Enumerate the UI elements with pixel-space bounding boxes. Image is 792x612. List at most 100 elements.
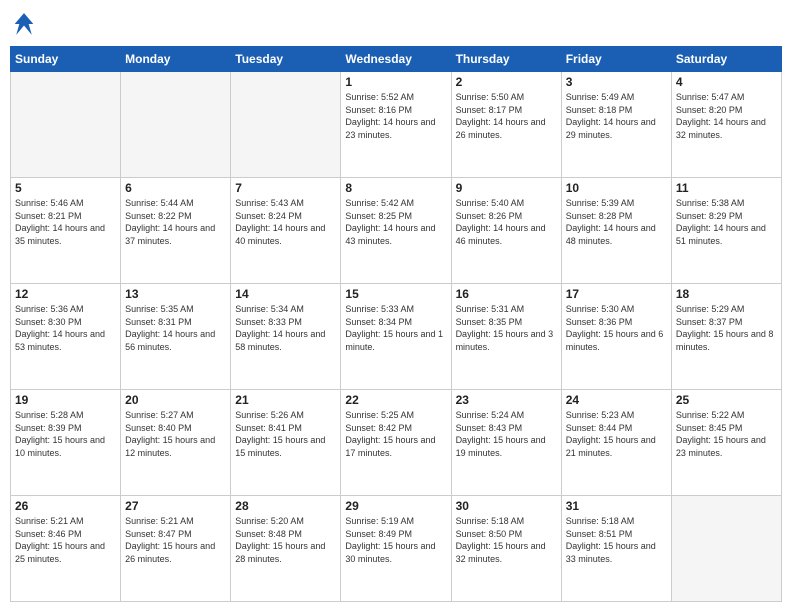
calendar-cell: 5 Sunrise: 5:46 AM Sunset: 8:21 PM Daylig… <box>11 178 121 284</box>
day-info: Sunrise: 5:21 AM Sunset: 8:46 PM Dayligh… <box>15 515 116 565</box>
day-info: Sunrise: 5:49 AM Sunset: 8:18 PM Dayligh… <box>566 91 667 141</box>
day-info: Sunrise: 5:23 AM Sunset: 8:44 PM Dayligh… <box>566 409 667 459</box>
day-info: Sunrise: 5:44 AM Sunset: 8:22 PM Dayligh… <box>125 197 226 247</box>
day-info: Sunrise: 5:20 AM Sunset: 8:48 PM Dayligh… <box>235 515 336 565</box>
logo <box>10 10 42 38</box>
day-number: 13 <box>125 287 226 301</box>
day-number: 21 <box>235 393 336 407</box>
day-info: Sunrise: 5:43 AM Sunset: 8:24 PM Dayligh… <box>235 197 336 247</box>
calendar-cell <box>121 72 231 178</box>
day-info: Sunrise: 5:22 AM Sunset: 8:45 PM Dayligh… <box>676 409 777 459</box>
day-number: 4 <box>676 75 777 89</box>
day-info: Sunrise: 5:25 AM Sunset: 8:42 PM Dayligh… <box>345 409 446 459</box>
calendar-cell: 18 Sunrise: 5:29 AM Sunset: 8:37 PM Dayli… <box>671 284 781 390</box>
day-info: Sunrise: 5:52 AM Sunset: 8:16 PM Dayligh… <box>345 91 446 141</box>
day-info: Sunrise: 5:26 AM Sunset: 8:41 PM Dayligh… <box>235 409 336 459</box>
day-number: 3 <box>566 75 667 89</box>
day-info: Sunrise: 5:18 AM Sunset: 8:50 PM Dayligh… <box>456 515 557 565</box>
calendar-cell: 25 Sunrise: 5:22 AM Sunset: 8:45 PM Dayli… <box>671 390 781 496</box>
day-info: Sunrise: 5:38 AM Sunset: 8:29 PM Dayligh… <box>676 197 777 247</box>
day-number: 19 <box>15 393 116 407</box>
day-number: 10 <box>566 181 667 195</box>
day-number: 29 <box>345 499 446 513</box>
day-number: 18 <box>676 287 777 301</box>
calendar-header-row: SundayMondayTuesdayWednesdayThursdayFrid… <box>11 47 782 72</box>
day-number: 5 <box>15 181 116 195</box>
calendar-week-row: 12Sunrise: 5:36 AM Sunset: 8:30 PM Dayli… <box>11 284 782 390</box>
day-info: Sunrise: 5:46 AM Sunset: 8:21 PM Dayligh… <box>15 197 116 247</box>
calendar-day-header: Sunday <box>11 47 121 72</box>
day-number: 2 <box>456 75 557 89</box>
day-number: 26 <box>15 499 116 513</box>
calendar-week-row: 26 Sunrise: 5:21 AM Sunset: 8:46 PM Dayli… <box>11 496 782 602</box>
calendar-cell: 21 Sunrise: 5:26 AM Sunset: 8:41 PM Dayli… <box>231 390 341 496</box>
calendar-cell: 16Sunrise: 5:31 AM Sunset: 8:35 PM Dayli… <box>451 284 561 390</box>
calendar-day-header: Monday <box>121 47 231 72</box>
day-info: Sunrise: 5:35 AM Sunset: 8:31 PM Dayligh… <box>125 303 226 353</box>
day-info: Sunrise: 5:29 AM Sunset: 8:37 PM Dayligh… <box>676 303 777 353</box>
day-info: Sunrise: 5:33 AM Sunset: 8:34 PM Dayligh… <box>345 303 446 353</box>
day-number: 6 <box>125 181 226 195</box>
calendar-day-header: Thursday <box>451 47 561 72</box>
calendar-cell: 1 Sunrise: 5:52 AM Sunset: 8:16 PM Daylig… <box>341 72 451 178</box>
calendar-cell: 6 Sunrise: 5:44 AM Sunset: 8:22 PM Daylig… <box>121 178 231 284</box>
day-info: Sunrise: 5:18 AM Sunset: 8:51 PM Dayligh… <box>566 515 667 565</box>
day-info: Sunrise: 5:27 AM Sunset: 8:40 PM Dayligh… <box>125 409 226 459</box>
calendar-cell: 10 Sunrise: 5:39 AM Sunset: 8:28 PM Dayli… <box>561 178 671 284</box>
calendar-cell: 24 Sunrise: 5:23 AM Sunset: 8:44 PM Dayli… <box>561 390 671 496</box>
day-info: Sunrise: 5:42 AM Sunset: 8:25 PM Dayligh… <box>345 197 446 247</box>
calendar-table: SundayMondayTuesdayWednesdayThursdayFrid… <box>10 46 782 602</box>
day-number: 31 <box>566 499 667 513</box>
calendar-cell: 17 Sunrise: 5:30 AM Sunset: 8:36 PM Dayli… <box>561 284 671 390</box>
page: SundayMondayTuesdayWednesdayThursdayFrid… <box>0 0 792 612</box>
calendar-cell <box>231 72 341 178</box>
day-number: 12 <box>15 287 116 301</box>
calendar-cell: 22 Sunrise: 5:25 AM Sunset: 8:42 PM Dayli… <box>341 390 451 496</box>
calendar-cell: 31 Sunrise: 5:18 AM Sunset: 8:51 PM Dayli… <box>561 496 671 602</box>
day-info: Sunrise: 5:39 AM Sunset: 8:28 PM Dayligh… <box>566 197 667 247</box>
calendar-cell: 14Sunrise: 5:34 AM Sunset: 8:33 PM Dayli… <box>231 284 341 390</box>
calendar-day-header: Friday <box>561 47 671 72</box>
calendar-day-header: Saturday <box>671 47 781 72</box>
calendar-cell: 13 Sunrise: 5:35 AM Sunset: 8:31 PM Dayli… <box>121 284 231 390</box>
day-number: 23 <box>456 393 557 407</box>
calendar-cell: 15 Sunrise: 5:33 AM Sunset: 8:34 PM Dayli… <box>341 284 451 390</box>
day-info: Sunrise: 5:19 AM Sunset: 8:49 PM Dayligh… <box>345 515 446 565</box>
day-number: 22 <box>345 393 446 407</box>
day-number: 9 <box>456 181 557 195</box>
calendar-cell: 27Sunrise: 5:21 AM Sunset: 8:47 PM Dayli… <box>121 496 231 602</box>
day-info: Sunrise: 5:28 AM Sunset: 8:39 PM Dayligh… <box>15 409 116 459</box>
day-number: 25 <box>676 393 777 407</box>
calendar-cell: 20 Sunrise: 5:27 AM Sunset: 8:40 PM Dayli… <box>121 390 231 496</box>
header <box>10 10 782 38</box>
day-number: 27 <box>125 499 226 513</box>
calendar-cell: 26 Sunrise: 5:21 AM Sunset: 8:46 PM Dayli… <box>11 496 121 602</box>
calendar-cell: 12Sunrise: 5:36 AM Sunset: 8:30 PM Dayli… <box>11 284 121 390</box>
day-number: 8 <box>345 181 446 195</box>
day-info: Sunrise: 5:40 AM Sunset: 8:26 PM Dayligh… <box>456 197 557 247</box>
day-number: 20 <box>125 393 226 407</box>
calendar-week-row: 1 Sunrise: 5:52 AM Sunset: 8:16 PM Daylig… <box>11 72 782 178</box>
day-info: Sunrise: 5:50 AM Sunset: 8:17 PM Dayligh… <box>456 91 557 141</box>
calendar-cell: 7 Sunrise: 5:43 AM Sunset: 8:24 PM Daylig… <box>231 178 341 284</box>
day-number: 7 <box>235 181 336 195</box>
calendar-cell: 9 Sunrise: 5:40 AM Sunset: 8:26 PM Daylig… <box>451 178 561 284</box>
day-number: 30 <box>456 499 557 513</box>
day-number: 24 <box>566 393 667 407</box>
day-number: 15 <box>345 287 446 301</box>
calendar-cell: 19 Sunrise: 5:28 AM Sunset: 8:39 PM Dayli… <box>11 390 121 496</box>
calendar-cell: 30 Sunrise: 5:18 AM Sunset: 8:50 PM Dayli… <box>451 496 561 602</box>
day-number: 17 <box>566 287 667 301</box>
calendar-cell: 11Sunrise: 5:38 AM Sunset: 8:29 PM Dayli… <box>671 178 781 284</box>
calendar-cell: 28Sunrise: 5:20 AM Sunset: 8:48 PM Dayli… <box>231 496 341 602</box>
calendar-cell: 29 Sunrise: 5:19 AM Sunset: 8:49 PM Dayli… <box>341 496 451 602</box>
day-number: 14 <box>235 287 336 301</box>
day-info: Sunrise: 5:31 AM Sunset: 8:35 PM Dayligh… <box>456 303 557 353</box>
day-info: Sunrise: 5:24 AM Sunset: 8:43 PM Dayligh… <box>456 409 557 459</box>
calendar-cell <box>11 72 121 178</box>
calendar-cell: 8 Sunrise: 5:42 AM Sunset: 8:25 PM Daylig… <box>341 178 451 284</box>
day-number: 1 <box>345 75 446 89</box>
day-info: Sunrise: 5:30 AM Sunset: 8:36 PM Dayligh… <box>566 303 667 353</box>
calendar-week-row: 19 Sunrise: 5:28 AM Sunset: 8:39 PM Dayli… <box>11 390 782 496</box>
calendar-cell <box>671 496 781 602</box>
